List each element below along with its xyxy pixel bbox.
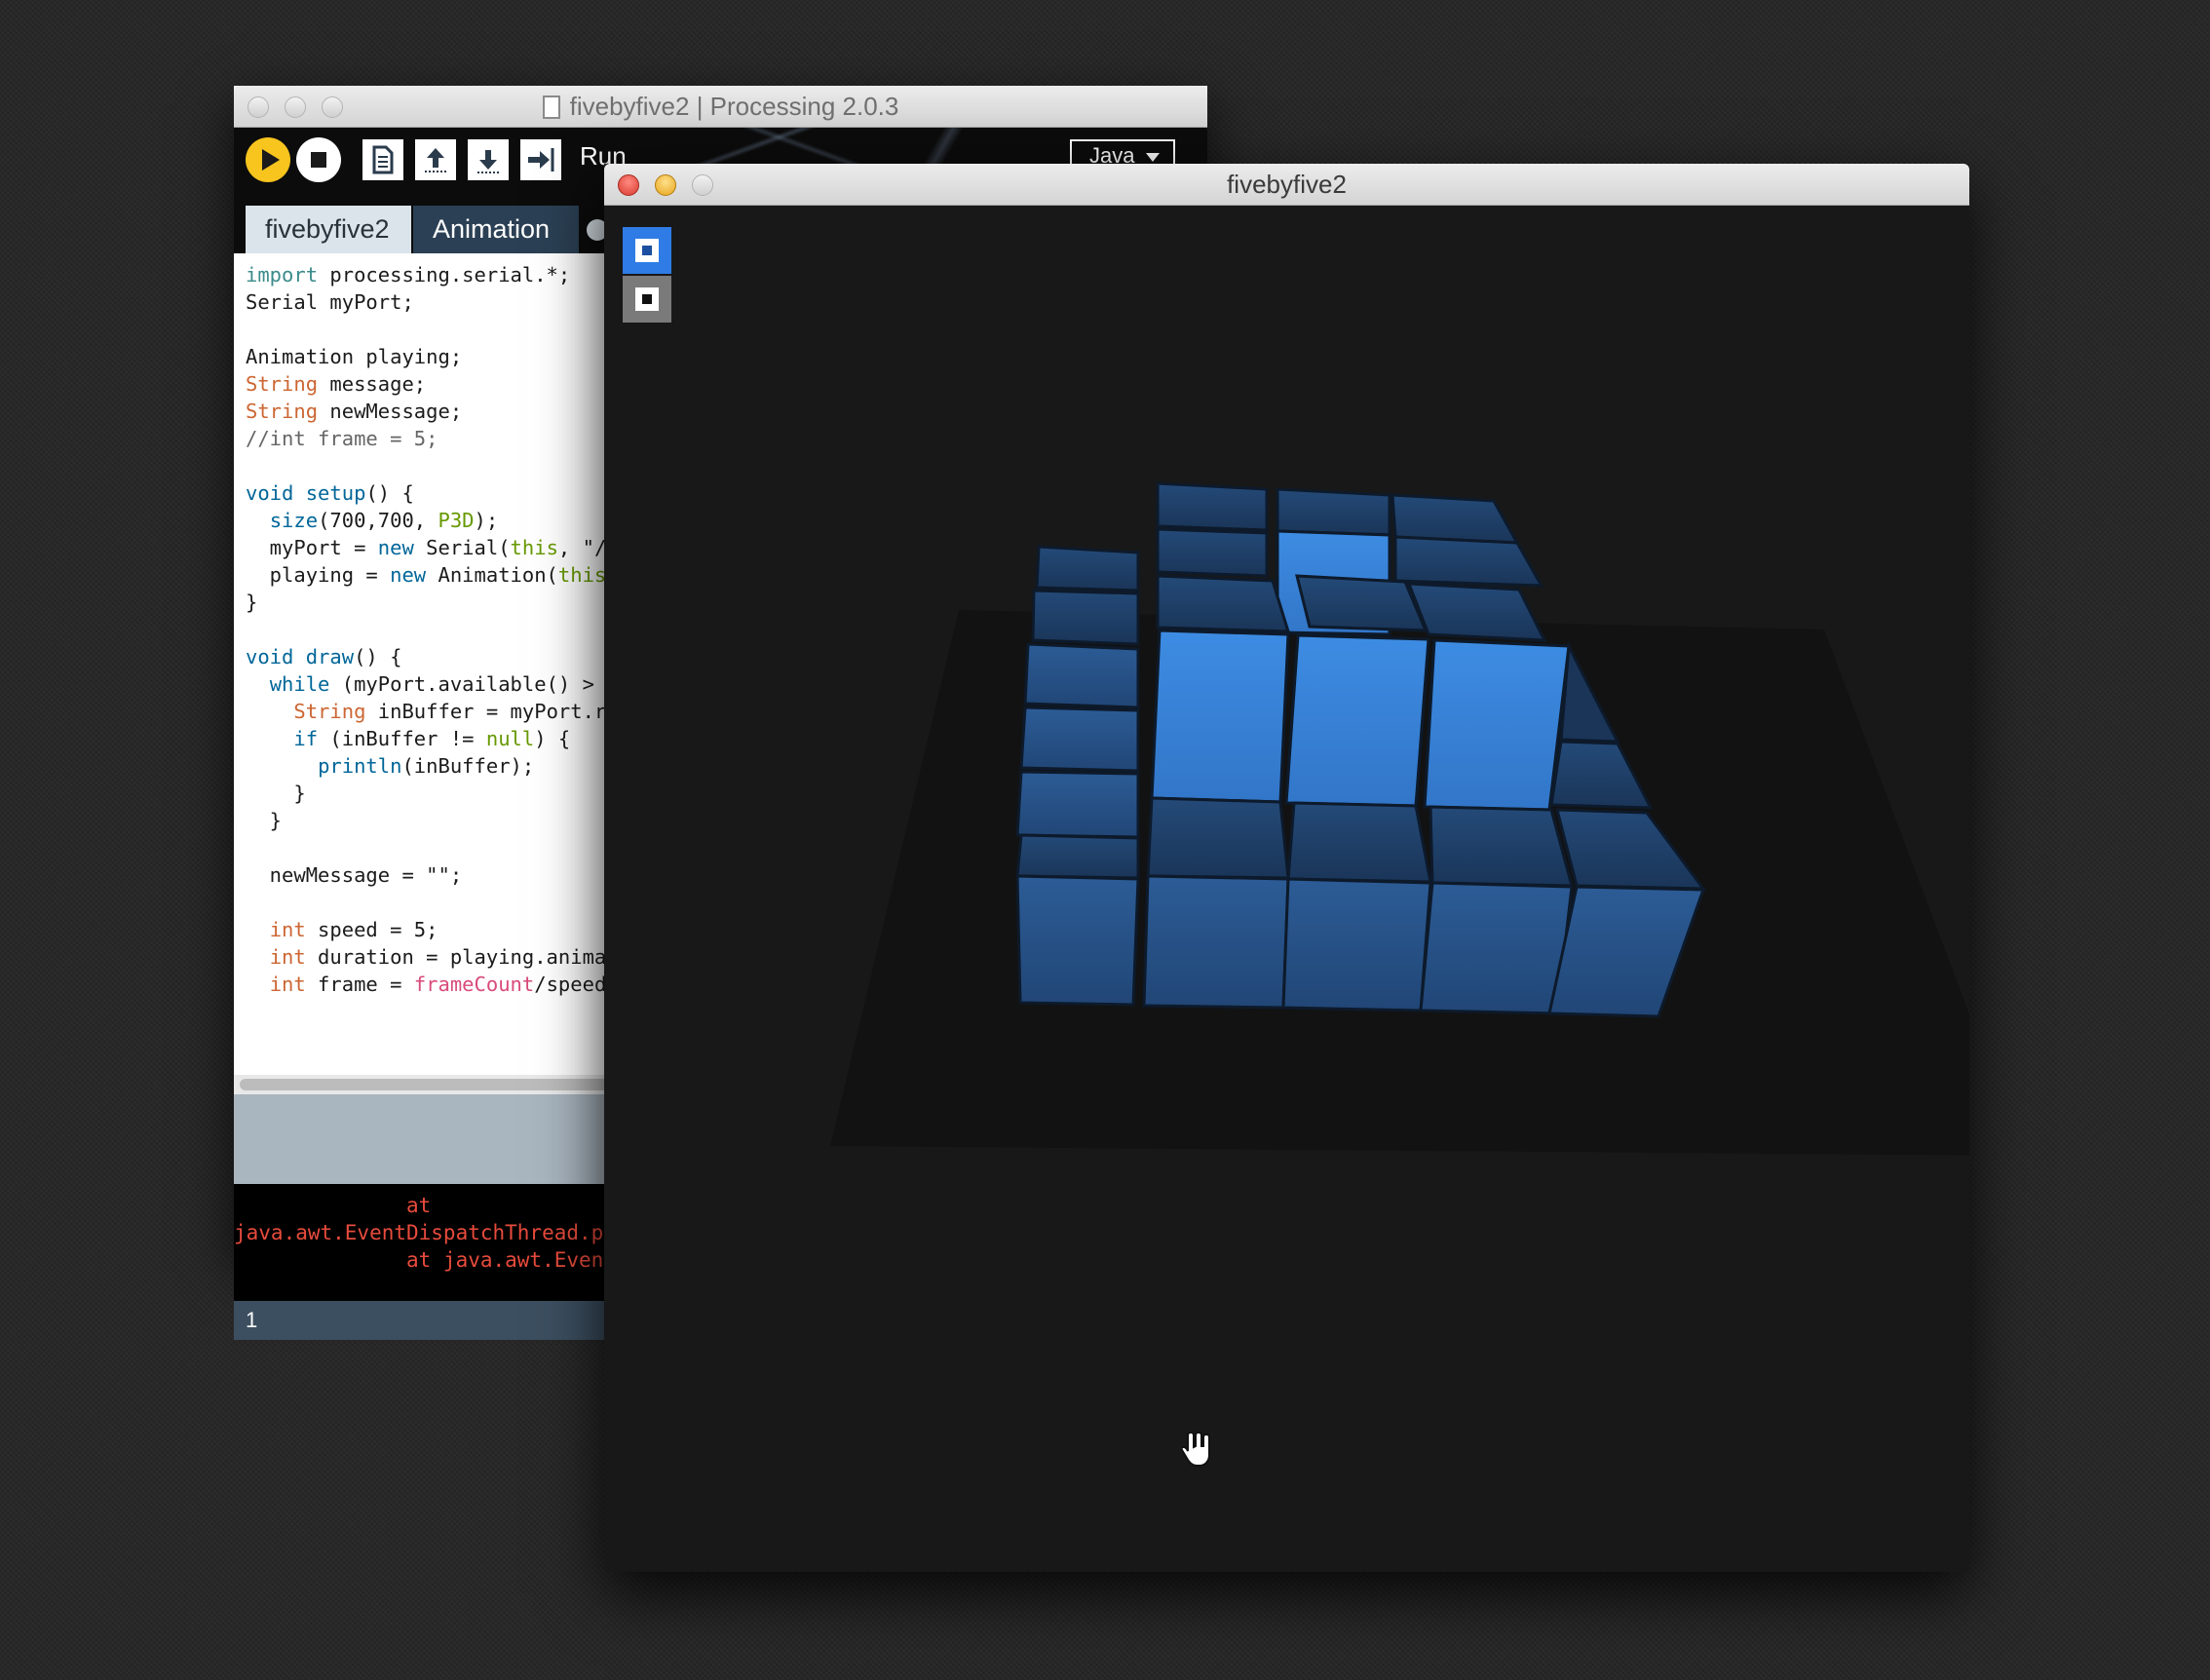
cube-top [1015,833,1140,880]
cube-face [1015,770,1140,839]
hand-cursor-icon [1182,1431,1210,1467]
cube-scene [830,481,1969,1156]
line-number: 1 [246,1308,258,1332]
sketch-titlebar[interactable]: fivebyfive2 [604,164,1969,206]
sketch-window: fivebyfive2 [604,164,1969,1572]
cube-top [1156,574,1291,633]
cube-top [1295,574,1429,632]
download-arrow-icon [477,150,499,173]
cube-face [1019,706,1140,773]
run-button[interactable] [246,137,290,182]
cube-face-lit [1284,633,1430,808]
ide-window-title: fivebyfive2 | Processing 2.0.3 [569,92,899,121]
upload-arrow-icon [425,148,446,172]
export-arrow-icon [528,148,554,172]
tab-animation[interactable]: Animation [413,206,579,253]
ide-titlebar[interactable]: fivebyfive2 | Processing 2.0.3 [234,86,1207,128]
cube-face [1015,874,1140,1007]
stop-button[interactable] [296,137,341,182]
cube-face [1142,874,1290,1010]
cube-top [1406,582,1547,642]
tab-fivebyfive2[interactable]: fivebyfive2 [246,206,411,253]
cube-top [1276,487,1391,537]
cube-top [1146,796,1290,880]
cube-face [1023,642,1140,709]
save-button[interactable] [468,139,509,180]
open-button[interactable] [415,139,456,180]
new-sketch-button[interactable] [362,139,403,180]
cube-face [1281,877,1432,1012]
cube-face-lit [1150,629,1290,804]
cube-face-lit [1423,638,1571,812]
cube-top [1429,805,1574,888]
cube-top [1286,801,1432,884]
cube-top [1391,493,1520,545]
sketch-window-title: fivebyfive2 [1227,170,1347,199]
cube-top [1031,589,1140,646]
document-icon [542,95,560,119]
new-file-icon [372,145,394,174]
sketch-canvas[interactable] [604,206,1969,1572]
cube-top [1156,481,1269,532]
cube-face [1419,881,1574,1015]
cube-top [1156,527,1269,578]
cube-top [1035,545,1140,592]
export-button[interactable] [520,139,561,180]
cube-top [1393,535,1544,588]
